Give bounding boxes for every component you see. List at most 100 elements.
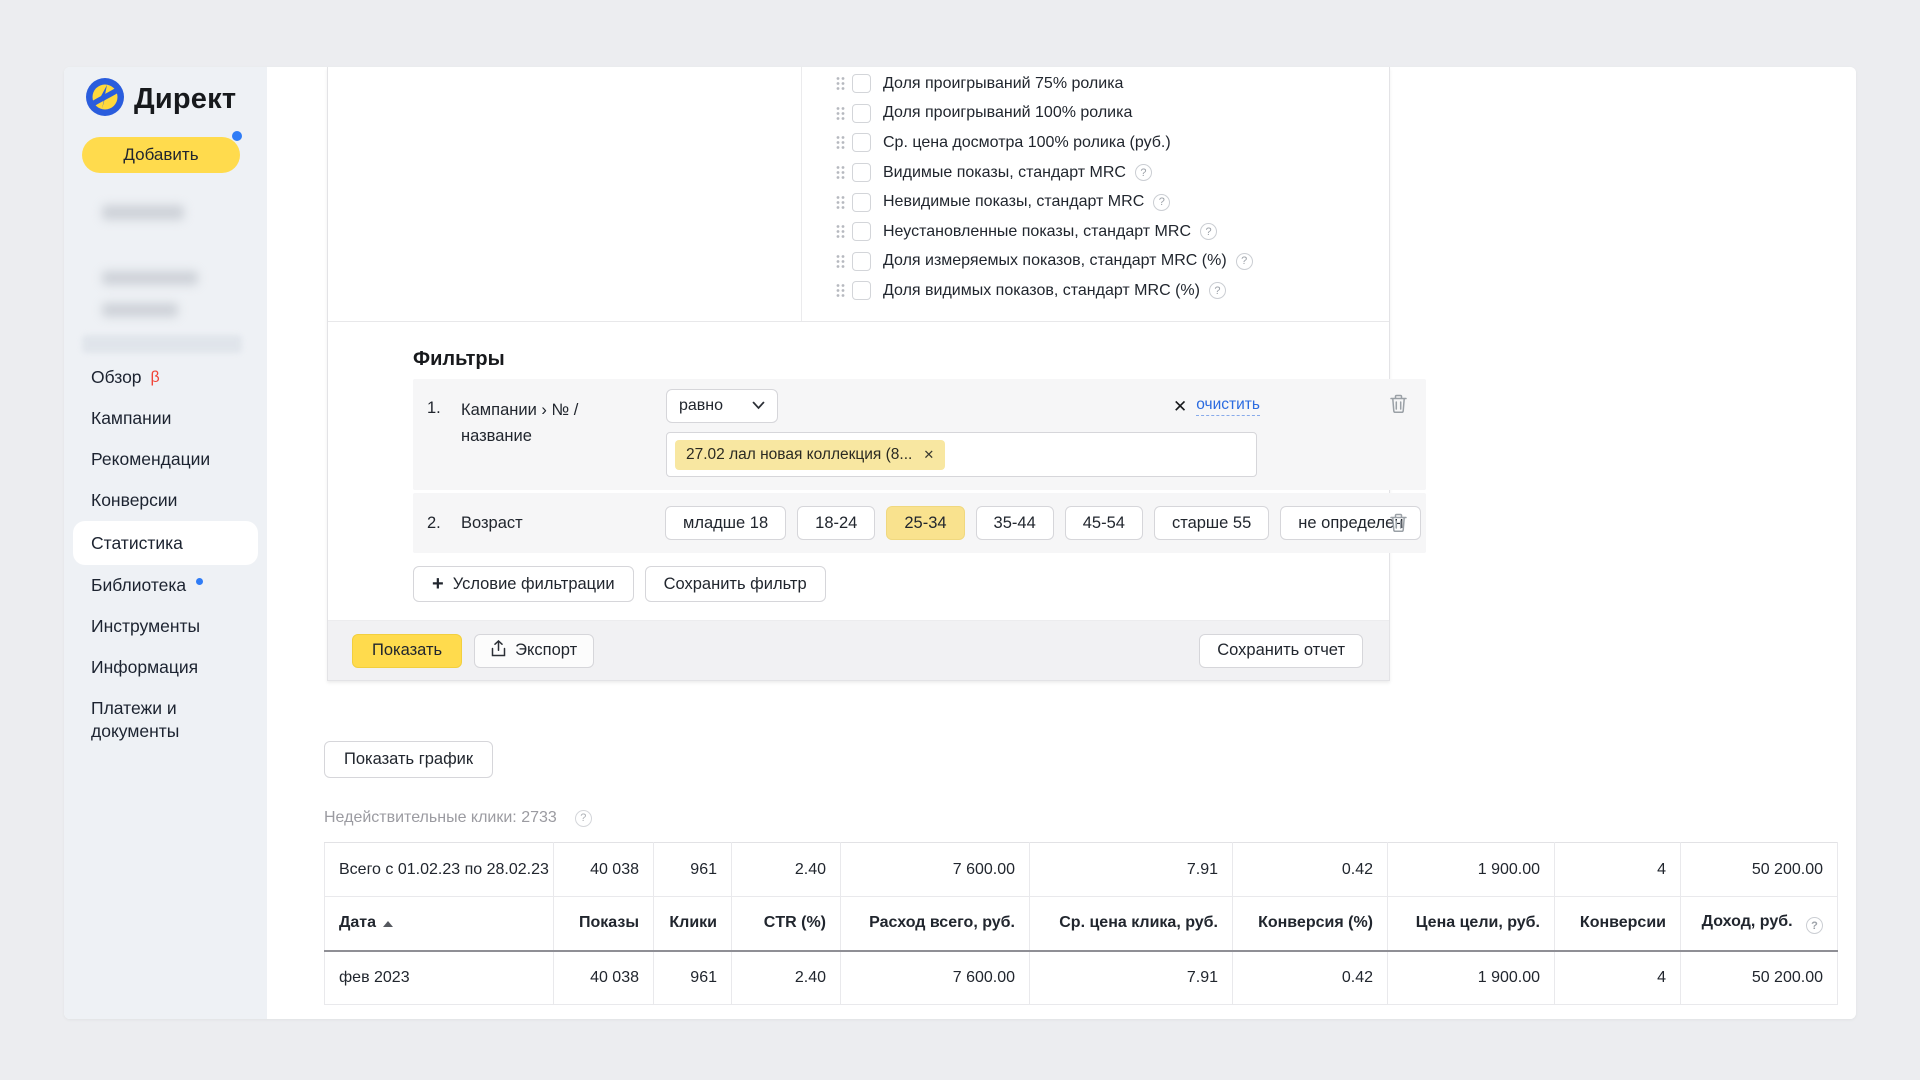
row-ctr: 2.40 (732, 951, 841, 1005)
chevron-down-icon (752, 397, 765, 415)
column-header-revenue: Доход, руб. (1681, 897, 1838, 951)
column-header-ctr: CTR (%) (732, 897, 841, 951)
campaign-chip-label: 27.02 лал новая коллекция (8... (686, 446, 912, 464)
help-icon[interactable] (1209, 282, 1226, 299)
direkt-logo[interactable]: Директ (86, 78, 236, 121)
metric-checkbox[interactable] (852, 104, 871, 123)
sidebar-item-label: Инструменты (91, 616, 200, 637)
age-option-under18[interactable]: младше 18 (665, 506, 786, 540)
columns-chooser-section: Доля проигрываний 75% ролика Доля проигр… (328, 67, 1389, 322)
sidebar-item-recommendations[interactable]: Рекомендации (73, 439, 258, 480)
save-filter-button[interactable]: Сохранить фильтр (645, 566, 826, 602)
sidebar: Директ Добавить Обзор β Кампании Рекомен… (64, 67, 267, 1019)
filters-title: Фильтры (413, 348, 505, 371)
help-icon[interactable] (1153, 194, 1170, 211)
metric-checkbox[interactable] (852, 163, 871, 182)
column-header-conversion-rate: Конверсия (%) (1233, 897, 1388, 951)
clear-filter-link[interactable]: ✕ очистить (1173, 396, 1260, 416)
metric-row: Видимые показы, стандарт MRC (801, 158, 1389, 188)
metric-row: Невидимые показы, стандарт MRC (801, 187, 1389, 217)
drag-handle-icon[interactable] (836, 195, 845, 210)
sidebar-item-information[interactable]: Информация (73, 647, 258, 688)
delete-filter-button[interactable] (1389, 512, 1408, 536)
sidebar-item-campaigns[interactable]: Кампании (73, 398, 258, 439)
show-button[interactable]: Показать (352, 634, 462, 668)
add-condition-button[interactable]: + Условие фильтрации (413, 566, 634, 602)
drag-handle-icon[interactable] (836, 76, 845, 91)
filter-field-label: Кампании › № / название (461, 397, 619, 449)
sidebar-item-label: Конверсии (91, 490, 177, 511)
panel-footer: Показать Экспорт Сохранить отчет (328, 620, 1389, 680)
help-icon[interactable] (1200, 223, 1217, 240)
age-option-35-44[interactable]: 35-44 (976, 506, 1054, 540)
save-report-button[interactable]: Сохранить отчет (1199, 634, 1363, 668)
sidebar-item-statistics[interactable]: Статистика (73, 521, 258, 565)
age-option-25-34[interactable]: 25-34 (886, 506, 964, 540)
add-button[interactable]: Добавить (82, 137, 240, 173)
sidebar-item-label: Платежи и документы (91, 697, 240, 743)
main-content: Доля проигрываний 75% ролика Доля проигр… (267, 67, 1856, 1019)
help-icon[interactable] (1236, 253, 1253, 270)
operator-value: равно (679, 397, 723, 415)
metric-label: Доля проигрываний 100% ролика (883, 104, 1132, 122)
age-option-55plus[interactable]: старше 55 (1154, 506, 1269, 540)
drag-handle-icon[interactable] (836, 254, 845, 269)
metric-checkbox[interactable] (852, 193, 871, 212)
filter-row-age: 2. Возраст младше 18 18-24 25-34 35-44 4… (413, 493, 1426, 553)
metric-checkbox[interactable] (852, 281, 871, 300)
drag-handle-icon[interactable] (836, 106, 845, 121)
operator-select[interactable]: равно (666, 389, 778, 423)
metric-row: Доля измеряемых показов, стандарт MRC (%… (801, 247, 1389, 277)
row-revenue: 50 200.00 (1681, 951, 1838, 1005)
metric-checkbox[interactable] (852, 133, 871, 152)
totals-revenue: 50 200.00 (1681, 843, 1838, 897)
help-icon[interactable] (575, 810, 592, 827)
sort-asc-icon (383, 921, 393, 927)
sidebar-item-tools[interactable]: Инструменты (73, 606, 258, 647)
metric-checkbox[interactable] (852, 252, 871, 271)
metric-checkbox[interactable] (852, 74, 871, 93)
column-header-conversions: Конверсии (1555, 897, 1681, 951)
age-option-45-54[interactable]: 45-54 (1065, 506, 1143, 540)
metric-label: Доля видимых показов, стандарт MRC (%) (883, 282, 1200, 300)
brand-name: Директ (134, 83, 236, 116)
table-row: фев 2023 40 038 961 2.40 7 600.00 7.91 0… (325, 951, 1838, 1005)
row-clicks: 961 (654, 951, 732, 1005)
export-button[interactable]: Экспорт (474, 634, 594, 668)
show-chart-button[interactable]: Показать график (324, 741, 493, 778)
column-header-impressions: Показы (554, 897, 654, 951)
user-name-redacted (102, 303, 178, 317)
metric-row: Неустановленные показы, стандарт MRC (801, 217, 1389, 247)
column-header-label: Доход, руб. (1702, 913, 1793, 930)
sidebar-item-label: Рекомендации (91, 449, 210, 470)
user-id-redacted (102, 271, 198, 285)
drag-handle-icon[interactable] (836, 283, 845, 298)
clear-filter-label: очистить (1196, 396, 1260, 416)
totals-clicks: 961 (654, 843, 732, 897)
totals-label: Всего с 01.02.23 по 28.02.23 (325, 843, 554, 897)
metric-checkbox[interactable] (852, 222, 871, 241)
age-option-18-24[interactable]: 18-24 (797, 506, 875, 540)
drag-handle-icon[interactable] (836, 135, 845, 150)
sidebar-item-overview[interactable]: Обзор β (73, 357, 258, 398)
invalid-clicks-note: Недействительные клики: 2733 (324, 809, 592, 827)
column-header-date[interactable]: Дата (325, 897, 554, 951)
totals-impressions: 40 038 (554, 843, 654, 897)
totals-ctr: 2.40 (732, 843, 841, 897)
column-header-clicks: Клики (654, 897, 732, 951)
sidebar-item-library[interactable]: Библиотека (73, 565, 258, 606)
campaign-chip: 27.02 лал новая коллекция (8... ✕ (675, 440, 945, 470)
sidebar-item-payments-documents[interactable]: Платежи и документы (73, 688, 258, 763)
delete-filter-button[interactable] (1389, 393, 1408, 417)
drag-handle-icon[interactable] (836, 165, 845, 180)
help-icon[interactable] (1135, 164, 1152, 181)
sidebar-item-label: Библиотека (91, 575, 186, 596)
sidebar-item-conversions[interactable]: Конверсии (73, 480, 258, 521)
add-button-notification-dot (232, 131, 242, 141)
library-notification-dot (196, 578, 203, 585)
campaign-filter-input[interactable]: 27.02 лал новая коллекция (8... ✕ (666, 432, 1257, 477)
drag-handle-icon[interactable] (836, 224, 845, 239)
help-icon[interactable] (1806, 917, 1823, 934)
totals-conversions: 4 (1555, 843, 1681, 897)
chip-remove-icon[interactable]: ✕ (923, 447, 934, 463)
